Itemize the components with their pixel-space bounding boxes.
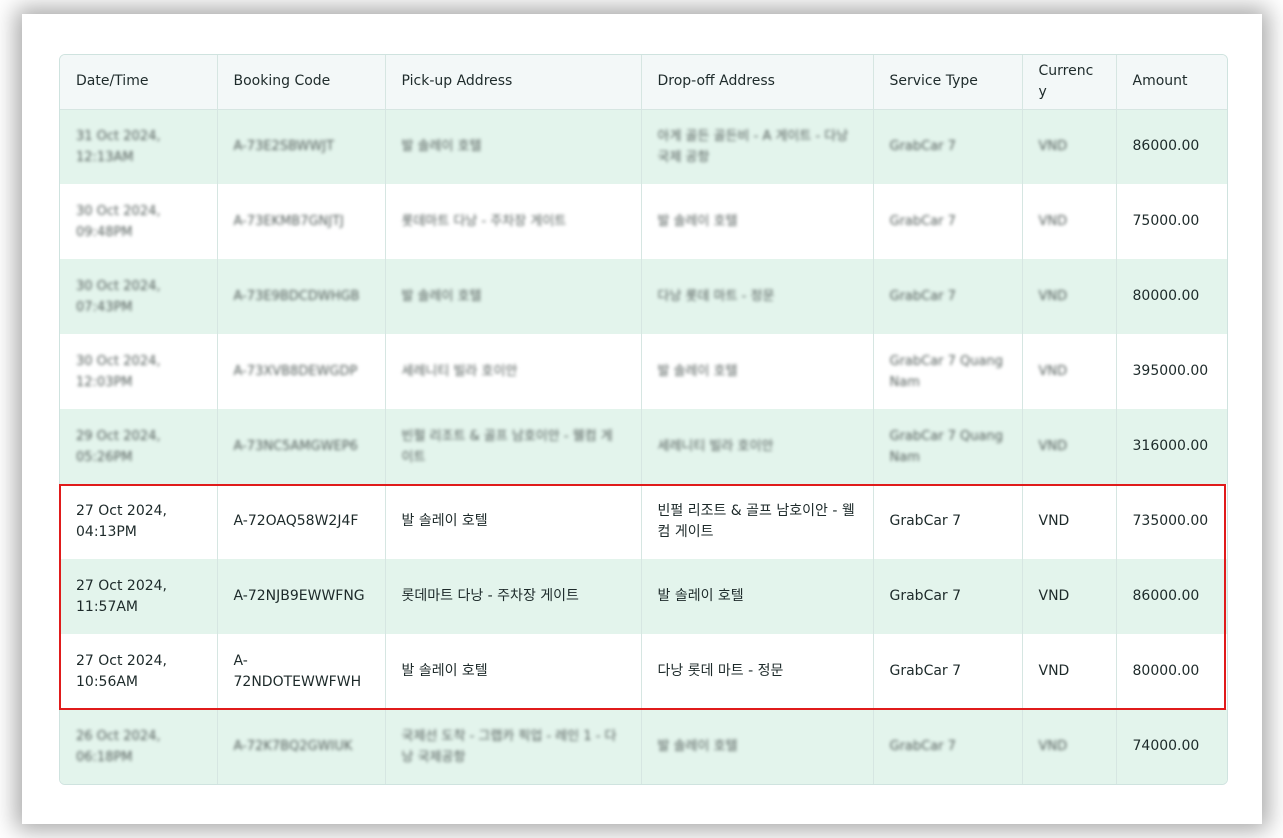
cell-booking-code: A-73XVB8DEWGDP [217, 334, 386, 409]
cell-pickup-address: 롯데마트 다낭 - 주차장 게이트 [385, 559, 642, 634]
cell-amount: 86000.00 [1132, 138, 1200, 155]
cell-dropoff-address: 아게 골든 골든비 - A 게이트 - 다낭 국제 공항 [641, 109, 874, 184]
bookings-table-container: Date/Time Booking Code Pick-up Address D… [59, 54, 1228, 785]
cell-datetime: 30 Oct 2024, 07:43PM [60, 259, 218, 334]
col-header-booking-code[interactable]: Booking Code [217, 55, 386, 110]
cell-pickup-address: 발 솔레이 호텔 [385, 109, 642, 184]
col-header-currency[interactable]: Currency [1022, 55, 1117, 110]
cell-booking-code: A-73EKMB7GNJTJ [217, 184, 386, 259]
table-row[interactable]: 30 Oct 2024, 07:43PM A-73E9BDCDWHGB 발 솔레이 … [60, 259, 1227, 334]
cell-amount: 75000.00 [1132, 213, 1200, 229]
cell-service-type: GrabCar 7 [873, 634, 1023, 709]
cell-dropoff-address: 발 솔레이 호텔 [641, 334, 874, 409]
table-header-row: Date/Time Booking Code Pick-up Address D… [60, 55, 1227, 110]
col-header-amount[interactable]: Amount [1116, 55, 1227, 110]
cell-currency: VND [1022, 334, 1117, 409]
cell-service-type: GrabCar 7 [873, 484, 1023, 559]
col-header-service-type[interactable]: Service Type [873, 55, 1023, 110]
cell-currency: VND [1022, 259, 1117, 334]
cell-pickup-address: 세레니티 빌라 호이안 [385, 334, 642, 409]
cell-booking-code: A-72OAQ58W2J4F [217, 484, 386, 559]
cell-currency: VND [1022, 709, 1117, 784]
cell-pickup-address: 발 솔레이 호텔 [385, 484, 642, 559]
cell-datetime: 27 Oct 2024, 10:56AM [60, 634, 218, 709]
col-header-pickup[interactable]: Pick-up Address [385, 55, 642, 110]
cell-dropoff-address: 발 솔레이 호텔 [641, 184, 874, 259]
cell-pickup-address: 롯데마트 다낭 - 주차장 게이트 [385, 184, 642, 259]
table-row[interactable]: 29 Oct 2024, 05:26PM A-73NC5AMGWEP6 빈펄 리조트… [60, 409, 1227, 484]
cell-pickup-address: 발 솔레이 호텔 [385, 634, 642, 709]
cell-amount: 86000.00 [1132, 588, 1200, 604]
cell-service-type: GrabCar 7 Quang Nam [873, 409, 1023, 484]
table-row[interactable]: 30 Oct 2024, 12:03PM A-73XVB8DEWGDP 세레니티 빌… [60, 334, 1227, 409]
table-row[interactable]: 27 Oct 2024, 11:57AM A-72NJB9EWWFNG 롯데마트 다… [60, 559, 1227, 634]
col-header-dropoff[interactable]: Drop-off Address [641, 55, 874, 110]
cell-service-type: GrabCar 7 [873, 709, 1023, 784]
cell-datetime: 27 Oct 2024, 04:13PM [60, 484, 218, 559]
cell-service-type: GrabCar 7 [873, 184, 1023, 259]
cell-currency: VND [1022, 184, 1117, 259]
cell-dropoff-address: 세레니티 빌라 호이안 [641, 409, 874, 484]
cell-dropoff-address: 빈펄 리조트 & 골프 남호이안 - 웰컴 게이트 [641, 484, 874, 559]
cell-pickup-address: 국제선 도착 - 그랩카 픽업 - 레인 1 - 다낭 국제공항 [385, 709, 642, 784]
cell-datetime: 30 Oct 2024, 09:48PM [60, 184, 218, 259]
cell-pickup-address: 발 솔레이 호텔 [385, 259, 642, 334]
cell-datetime: 26 Oct 2024, 06:18PM [60, 709, 218, 784]
cell-dropoff-address: 다낭 롯데 마트 - 정문 [641, 259, 874, 334]
cell-booking-code: A-73NC5AMGWEP6 [217, 409, 386, 484]
cell-dropoff-address: 다낭 롯데 마트 - 정문 [641, 634, 874, 709]
cell-currency: VND [1022, 484, 1117, 559]
cell-dropoff-address: 발 솔레이 호텔 [641, 559, 874, 634]
table-row[interactable]: 26 Oct 2024, 06:18PM A-72K7BQ2GWIUK 국제선 도착… [60, 709, 1227, 784]
table-row[interactable]: 30 Oct 2024, 09:48PM A-73EKMB7GNJTJ 롯데마트 다… [60, 184, 1227, 259]
cell-service-type: GrabCar 7 [873, 559, 1023, 634]
bookings-table: Date/Time Booking Code Pick-up Address D… [60, 55, 1227, 784]
cell-datetime: 30 Oct 2024, 12:03PM [60, 334, 218, 409]
col-header-datetime[interactable]: Date/Time [60, 55, 218, 110]
cell-amount: 316000.00 [1132, 438, 1209, 454]
cell-booking-code: A-73E2SBWWJT [217, 109, 386, 184]
cell-amount: 80000.00 [1132, 663, 1200, 679]
cell-booking-code: A-72K7BQ2GWIUK [217, 709, 386, 784]
cell-datetime: 31 Oct 2024, 12:13AM [60, 109, 218, 184]
cell-service-type: GrabCar 7 Quang Nam [873, 334, 1023, 409]
cell-currency: VND [1022, 109, 1117, 184]
table-row[interactable]: 31 Oct 2024, 12:13AM A-73E2SBWWJT 발 솔레이 호텔… [60, 109, 1227, 184]
cell-currency: VND [1022, 409, 1117, 484]
cell-service-type: GrabCar 7 [873, 259, 1023, 334]
cell-booking-code: A-73E9BDCDWHGB [217, 259, 386, 334]
cell-currency: VND [1022, 634, 1117, 709]
cell-amount: 735000.00 [1132, 513, 1209, 529]
cell-pickup-address: 빈펄 리조트 & 골프 남호이안 - 웰컴 게이트 [385, 409, 642, 484]
cell-booking-code: A-72NJB9EWWFNG [217, 559, 386, 634]
cell-service-type: GrabCar 7 [873, 109, 1023, 184]
table-row[interactable]: 27 Oct 2024, 04:13PM A-72OAQ58W2J4F 발 솔레이 … [60, 484, 1227, 559]
cell-datetime: 29 Oct 2024, 05:26PM [60, 409, 218, 484]
table-row[interactable]: 27 Oct 2024, 10:56AM A-72NDOTEWWFWH 발 솔레이 … [60, 634, 1227, 709]
cell-amount: 80000.00 [1132, 288, 1200, 304]
cell-amount: 74000.00 [1132, 738, 1200, 754]
cell-currency: VND [1022, 559, 1117, 634]
cell-amount: 395000.00 [1132, 363, 1209, 379]
cell-dropoff-address: 발 솔레이 호텔 [641, 709, 874, 784]
cell-datetime: 27 Oct 2024, 11:57AM [60, 559, 218, 634]
cell-booking-code: A-72NDOTEWWFWH [217, 634, 386, 709]
